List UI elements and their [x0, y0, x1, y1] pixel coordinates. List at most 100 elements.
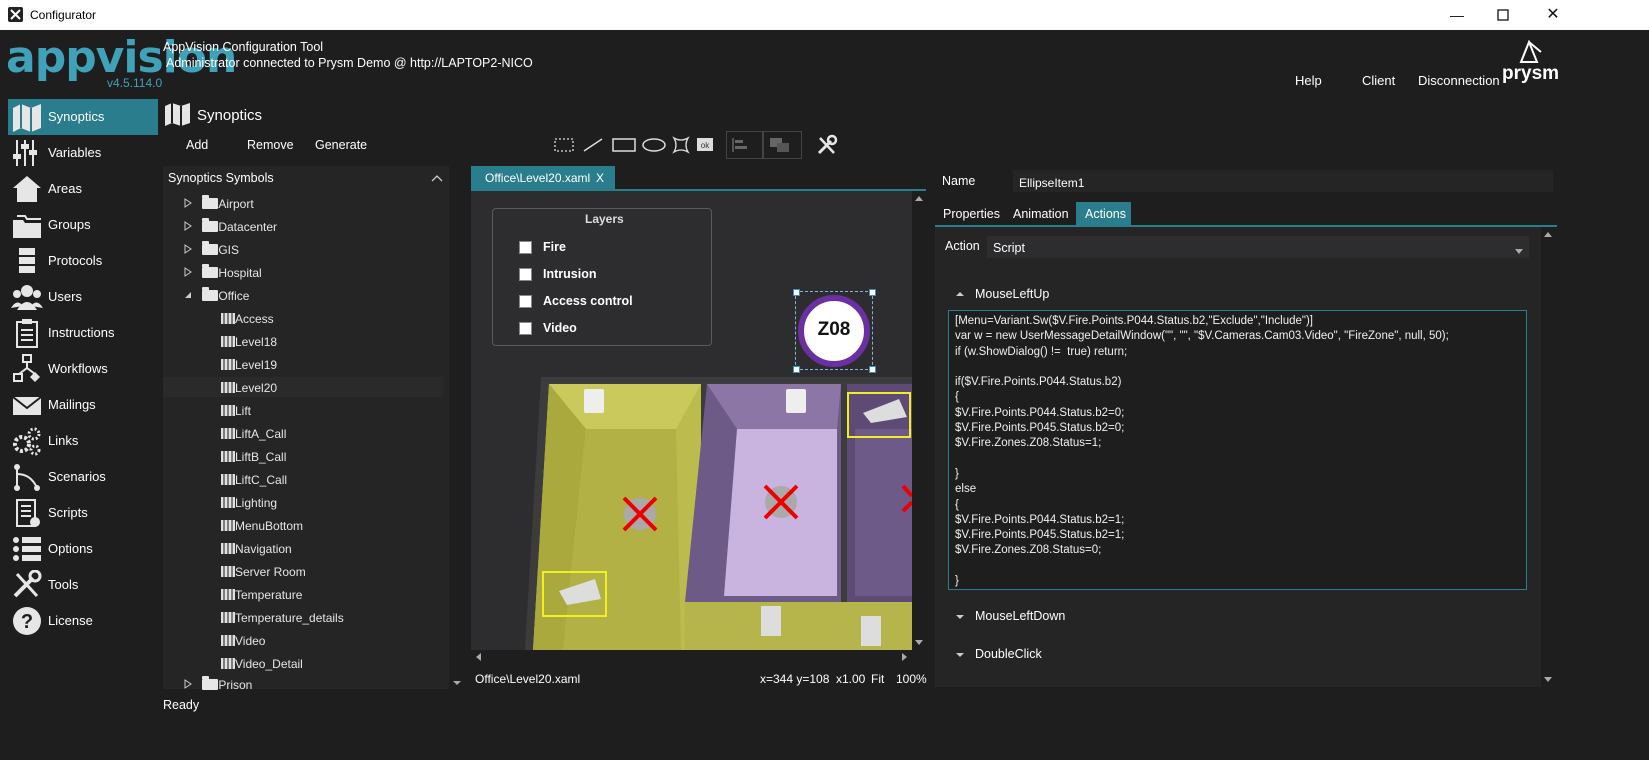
- tab-close-button[interactable]: X: [596, 171, 604, 185]
- minimize-icon[interactable]: —: [1434, 4, 1480, 26]
- polygon-tool-icon[interactable]: [672, 135, 690, 155]
- expand-arrow-icon[interactable]: [183, 679, 193, 689]
- select-tool-icon[interactable]: [553, 135, 575, 155]
- remove-button[interactable]: Remove: [247, 138, 294, 152]
- tree-item-navigation[interactable]: Navigation: [221, 542, 292, 564]
- expand-arrow-icon[interactable]: [183, 244, 193, 254]
- synoptic-canvas[interactable]: Layers Fire Intrusion Access control Vid…: [471, 191, 912, 650]
- nav-users[interactable]: Users: [8, 279, 158, 315]
- align-left-icon[interactable]: [726, 131, 764, 159]
- group-icon[interactable]: [762, 131, 802, 159]
- nav-mailings[interactable]: Mailings: [8, 387, 158, 423]
- tree-item-level18[interactable]: Level18: [221, 335, 277, 357]
- nav-synoptics[interactable]: Synoptics: [8, 99, 158, 135]
- resize-handle[interactable]: [793, 366, 800, 373]
- collapse-arrow-icon[interactable]: [183, 290, 193, 300]
- tree-item-video-detail[interactable]: Video_Detail: [221, 657, 303, 679]
- nav-scripts[interactable]: Scripts: [8, 495, 158, 531]
- tree-folder-office[interactable]: Office: [183, 287, 249, 311]
- disconnection-link[interactable]: Disconnection: [1418, 73, 1500, 88]
- tree-folder-gis[interactable]: GIS: [183, 241, 239, 265]
- client-link[interactable]: Client: [1362, 73, 1395, 88]
- resize-handle[interactable]: [793, 289, 800, 296]
- canvas-hscroll[interactable]: [471, 650, 912, 664]
- canvas-file-label: Office\Level20.xaml: [475, 672, 581, 686]
- button-tool-icon[interactable]: ok: [696, 135, 714, 155]
- nav-instructions[interactable]: Instructions: [8, 315, 158, 351]
- code-line: }: [955, 467, 959, 480]
- synoptic-icon: [221, 520, 235, 531]
- nav-groups[interactable]: Groups: [8, 207, 158, 243]
- line-tool-icon[interactable]: [582, 135, 604, 155]
- tree-folder-hospital[interactable]: Hospital: [183, 264, 262, 288]
- nav-workflows[interactable]: Workflows: [8, 351, 158, 387]
- tree-folder-datacenter[interactable]: Datacenter: [183, 218, 277, 242]
- tree-item-lighting[interactable]: Lighting: [221, 496, 277, 518]
- script-editor[interactable]: [Menu=Variant.Sw($V.Fire.Points.P044.Sta…: [948, 310, 1527, 590]
- action-select[interactable]: Script: [987, 236, 1529, 258]
- layer-access-control-checkbox[interactable]: [519, 295, 532, 308]
- tree-item-temperature-details[interactable]: Temperature_details: [221, 611, 344, 633]
- tree-item-video[interactable]: Video: [221, 634, 265, 656]
- resize-handle[interactable]: [869, 289, 876, 296]
- name-field[interactable]: EllipseItem1: [1013, 170, 1553, 192]
- tree-item-liftc-call[interactable]: LiftC_Call: [221, 473, 287, 495]
- generate-button[interactable]: Generate: [315, 138, 367, 152]
- tree-label: Access: [235, 312, 274, 326]
- nav-protocols[interactable]: Protocols: [8, 243, 158, 279]
- tree-label: Lighting: [235, 496, 278, 510]
- tree-item-liftb-call[interactable]: LiftB_Call: [221, 450, 286, 472]
- zone-ellipse-selection[interactable]: Z08: [793, 289, 876, 373]
- zone-ellipse[interactable]: Z08: [798, 295, 870, 367]
- tree-item-lift[interactable]: Lift: [221, 404, 251, 426]
- title-bar: Configurator — ✕: [0, 0, 1649, 30]
- tab-actions[interactable]: Actions: [1076, 202, 1131, 225]
- collapse-panel-icon[interactable]: [431, 172, 443, 186]
- tree-item-level19[interactable]: Level19: [221, 358, 277, 380]
- rectangle-tool-icon[interactable]: [612, 135, 636, 155]
- tree-folder-prison[interactable]: Prison: [183, 676, 252, 700]
- tree-folder-airport[interactable]: Airport: [183, 195, 254, 219]
- expand-arrow-icon[interactable]: [183, 198, 193, 208]
- users-icon: [11, 282, 43, 312]
- resize-handle[interactable]: [869, 366, 876, 373]
- tree-label: LiftC_Call: [235, 473, 288, 487]
- synoptic-icon: [221, 336, 235, 347]
- nav-tools[interactable]: Tools: [8, 567, 158, 603]
- tab-animation[interactable]: Animation: [1013, 207, 1069, 221]
- layer-video-checkbox[interactable]: [519, 322, 532, 335]
- tab-properties[interactable]: Properties: [943, 207, 1000, 221]
- tree-item-server-room[interactable]: Server Room: [221, 565, 306, 587]
- ellipse-tool-icon[interactable]: [642, 135, 666, 155]
- expand-arrow-icon[interactable]: [183, 267, 193, 277]
- nav-license[interactable]: ? License: [8, 603, 158, 639]
- zoom-percent[interactable]: 100%: [896, 672, 927, 686]
- nav-scenarios[interactable]: Scenarios: [8, 459, 158, 495]
- canvas-vscroll[interactable]: [912, 191, 926, 650]
- tools-settings-icon[interactable]: [816, 134, 838, 156]
- tree-item-lifta-call[interactable]: LiftA_Call: [221, 427, 286, 449]
- tree-item-access[interactable]: Access: [221, 312, 274, 334]
- maximize-icon[interactable]: [1480, 4, 1526, 26]
- synoptic-icon: [221, 543, 235, 554]
- tree-label: Level18: [235, 335, 278, 349]
- layer-intrusion-checkbox[interactable]: [519, 268, 532, 281]
- help-link[interactable]: Help: [1295, 73, 1322, 88]
- layer-fire-checkbox[interactable]: [519, 241, 532, 254]
- props-vscroll[interactable]: [1541, 227, 1555, 687]
- nav-areas[interactable]: Areas: [8, 171, 158, 207]
- nav-label: Links: [48, 433, 79, 448]
- nav-links[interactable]: Links: [8, 423, 158, 459]
- nav-variables[interactable]: Variables: [8, 135, 158, 171]
- tree-item-level20[interactable]: Level20: [221, 381, 277, 403]
- close-icon[interactable]: ✕: [1530, 4, 1576, 26]
- add-button[interactable]: Add: [186, 138, 208, 152]
- tree-item-temperature[interactable]: Temperature: [221, 588, 302, 610]
- nav-options[interactable]: Options: [8, 531, 158, 567]
- tree-item-menubottom[interactable]: MenuBottom: [221, 519, 303, 541]
- svg-text:ok: ok: [701, 141, 710, 150]
- document-tab[interactable]: Office\Level20.xaml X: [471, 166, 615, 189]
- tree-vscroll-down-icon[interactable]: [452, 676, 462, 690]
- expand-arrow-icon[interactable]: [183, 221, 193, 231]
- fit-button[interactable]: Fit: [871, 672, 884, 686]
